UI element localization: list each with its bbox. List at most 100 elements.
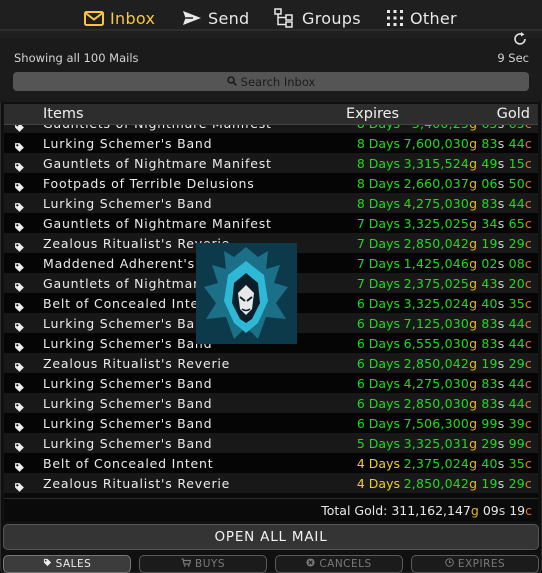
tab-groups[interactable]: Groups [274,6,361,30]
mail-gold: 4,275,030g 83s 44c [404,196,532,211]
mail-row[interactable]: Footpads of Terrible Delusions 8 Days 2,66… [4,173,538,193]
mail-row[interactable]: Gauntlets of Nightmare Manifest 8 Days 3,4… [4,125,538,133]
groups-icon [274,8,296,28]
mail-item-name[interactable]: Gauntlets of Nightmare Manifest [43,216,272,231]
mail-expires: 5 Days [356,436,400,451]
grid-icon [386,9,404,27]
copper-unit: c [524,236,532,251]
copper-unit: c [524,216,532,231]
mail-item-name[interactable]: Lurking Schemer's Band [43,376,212,391]
copper-unit: c [524,156,532,171]
silver-unit: s [497,316,505,331]
silver-unit: s [497,336,505,351]
mail-item-name[interactable]: Lurking Schemer's Band [43,396,212,411]
gold-unit: g [469,216,478,231]
tag-icon [14,125,25,132]
mail-table-header: Items Expires Gold [4,104,538,125]
silver-amount: 02 [481,256,498,271]
copper-unit: c [524,296,532,311]
refresh-icon[interactable] [512,31,528,47]
mail-item-name[interactable]: Zealous Ritualist's Reverie [43,476,230,491]
silver-amount: 65 [481,125,497,131]
mail-item-name[interactable]: Zealous Ritualist's Reverie [43,356,230,371]
mail-item-name[interactable]: Belt of Concealed Intent [43,456,213,471]
silver-unit: s [497,396,505,411]
mail-row[interactable]: Lurking Schemer's Band 8 Days 7,600,030g 8… [4,133,538,153]
filter-sales-button[interactable]: SALES [3,555,131,573]
column-items[interactable]: Items [43,106,84,122]
filter-expires-button[interactable]: EXPIRES [411,555,539,573]
silver-unit: s [497,356,505,371]
silver-amount: 83 [481,396,498,411]
copper-amount: 44 [508,196,525,211]
tag-icon [14,138,25,152]
mail-row[interactable]: Gauntlets of Nightmare Manifest 8 Days 3,3… [4,153,538,173]
mail-item-name[interactable]: Lurking Schemer's Band [43,336,212,351]
gold-amount: 2,850,042 [403,356,470,371]
mail-row[interactable]: Zealous Ritualist's Reverie 4 Days 2,850,0… [4,473,538,493]
mail-row[interactable]: Lurking Schemer's Band 6 Days 4,275,030g 8… [4,373,538,393]
mail-row[interactable]: Lurking Schemer's Band 6 Days 7,506,300g 9… [4,413,538,433]
tag-icon [14,378,25,392]
mail-gold: 2,850,042g 19s 29c [404,356,532,371]
mail-gold: 1,425,046g 02s 08c [404,256,532,271]
filter-buys-button[interactable]: BUYS [139,555,267,573]
search-inbox-label: Search Inbox [240,74,316,89]
mail-expires: 6 Days [356,316,400,331]
mail-expires: 4 Days [356,456,400,471]
gold-amount: 3,325,025 [403,216,470,231]
tab-send[interactable]: Send [182,6,250,30]
copper-unit: c [524,456,532,471]
mail-row[interactable]: Lurking Schemer's Band 5 Days 3,325,031g 2… [4,433,538,453]
mail-item-name[interactable]: Lurking Schemer's Band [43,136,212,151]
silver-amount: 83 [481,136,498,151]
total-silver-amount: 09 [482,503,499,518]
mail-row[interactable]: Belt of Concealed Intent 4 Days 2,375,024g… [4,453,538,473]
mail-row[interactable]: Lurking Schemer's Band 6 Days 2,850,030g 8… [4,393,538,413]
mail-item-name[interactable]: Lurking Schemer's Band [43,316,212,331]
search-inbox-button[interactable]: Search Inbox [13,72,529,91]
tag-icon [14,478,25,492]
mail-item-name[interactable]: Lurking Schemer's Band [43,196,212,211]
open-all-mail-button[interactable]: OPEN ALL MAIL [3,524,539,550]
gold-amount: 1,425,046 [403,256,470,271]
copper-unit: c [524,256,532,271]
mail-item-name[interactable]: Belt of Concealed Intent [43,296,213,311]
silver-amount: 19 [481,356,498,371]
tag-icon [14,458,25,472]
gold-amount: 3,315,524 [403,156,470,171]
gold-amount: 7,125,030 [403,316,470,331]
gold-unit: g [470,503,479,518]
mail-item-name[interactable]: Lurking Schemer's Band [43,416,212,431]
tab-inbox[interactable]: Inbox [84,6,155,30]
filter-cancels-button[interactable]: CANCELS [275,555,403,573]
mail-item-name[interactable]: Gauntlets of Nightmare Manifest [43,156,272,171]
gold-amount: 3,325,031 [403,436,470,451]
copper-amount: 29 [508,356,525,371]
mail-gold: 2,850,042g 19s 29c [404,476,532,491]
mail-item-name[interactable]: Gauntlets of Nightmare Manifest [43,125,272,131]
mail-row[interactable]: Zealous Ritualist's Reverie 6 Days 2,850,0… [4,353,538,373]
mail-row[interactable]: Gauntlets of Nightmare Manifest 7 Days 3,3… [4,213,538,233]
copper-unit: c [524,276,532,291]
tag-icon [14,218,25,232]
mail-item-name[interactable]: Footpads of Terrible Delusions [43,176,255,191]
column-expires[interactable]: Expires [346,106,399,122]
mail-expires: 6 Days [356,376,400,391]
gold-unit: g [469,256,478,271]
mail-gold: 7,600,030g 83s 44c [404,136,532,151]
mail-row[interactable]: Lurking Schemer's Band 8 Days 4,275,030g 8… [4,193,538,213]
copper-amount: 15 [508,156,525,171]
gold-amount: 6,555,030 [403,336,470,351]
column-gold[interactable]: Gold [497,106,530,122]
copper-unit: c [524,196,532,211]
tab-other[interactable]: Other [386,6,457,30]
mail-count-text: Showing all 100 Mails [14,51,139,65]
silver-unit: s [497,236,505,251]
copper-amount: 39 [508,416,525,431]
mail-item-name[interactable]: Lurking Schemer's Band [43,436,212,451]
tag-icon [14,298,25,312]
total-gold-amount: 311,162,147 [391,503,471,518]
total-copper-amount: 19 [509,503,526,518]
silver-amount: 29 [481,436,498,451]
